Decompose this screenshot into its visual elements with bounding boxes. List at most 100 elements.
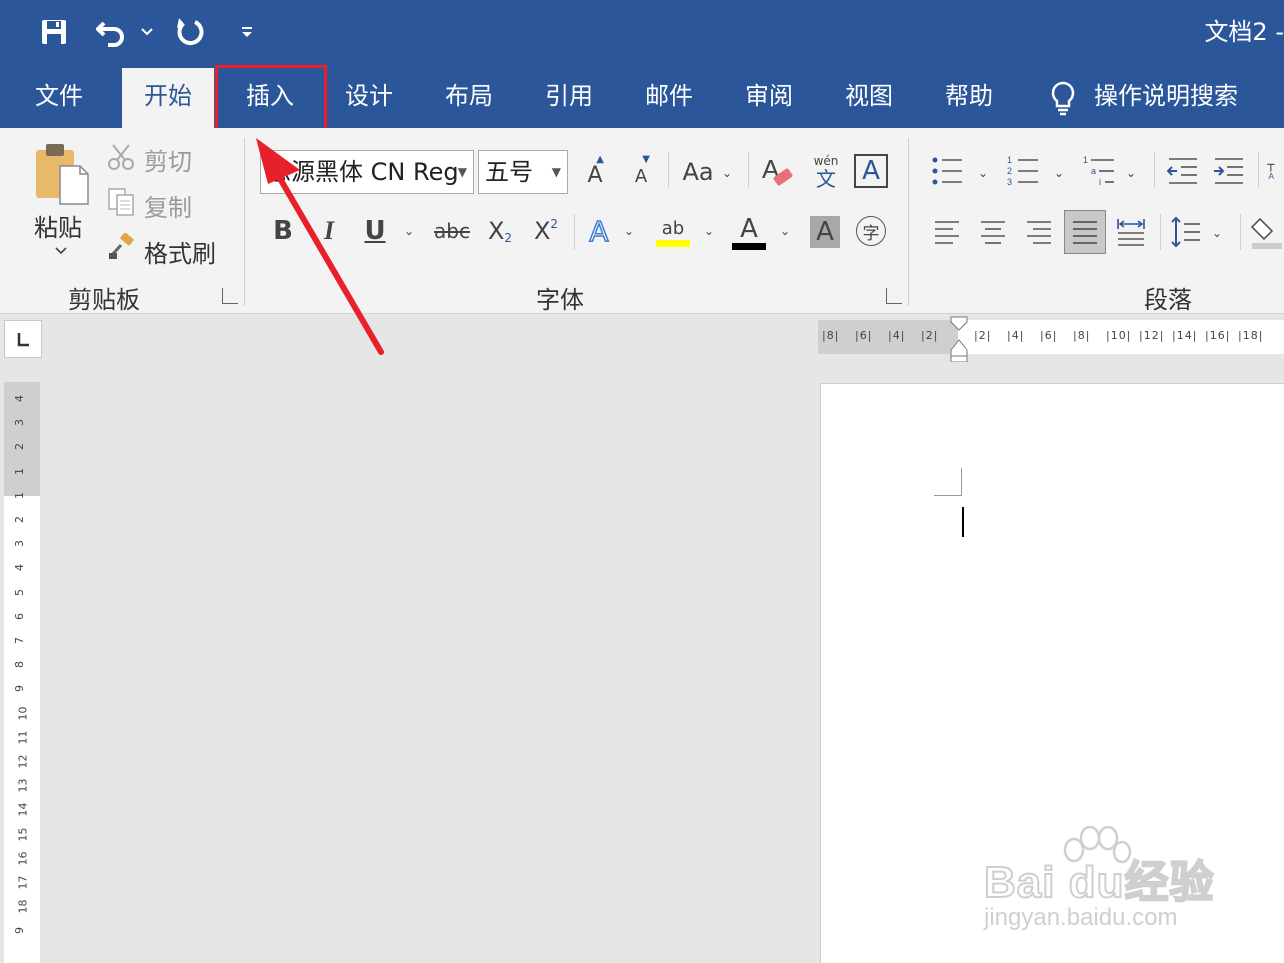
- tab-references[interactable]: 引用: [526, 68, 612, 128]
- numbering-dropdown-icon[interactable]: ⌄: [1054, 166, 1064, 180]
- shrink-font-icon[interactable]: A ▼: [626, 154, 656, 188]
- line-spacing-icon[interactable]: [1168, 214, 1204, 250]
- undo-icon[interactable]: [92, 14, 132, 50]
- numbering-icon[interactable]: 123: [1006, 152, 1040, 190]
- superscript-button[interactable]: X 2: [528, 212, 564, 250]
- underline-glyph: U: [364, 216, 386, 246]
- ribbon-home: 粘贴 剪切 复制 格式刷 剪贴板 思源黑体 CN Reg ▼ 五号 ▼ A ▲ …: [0, 128, 1284, 314]
- justify-icon[interactable]: [1064, 210, 1106, 254]
- clear-formatting-icon[interactable]: A: [758, 152, 796, 190]
- change-case-dropdown-icon[interactable]: ⌄: [722, 166, 732, 180]
- redo-icon[interactable]: [172, 14, 210, 50]
- text-highlight-button[interactable]: ab: [654, 212, 692, 252]
- phonetic-bottom-label: 文: [816, 167, 836, 191]
- phonetic-guide-icon[interactable]: wén 文: [806, 152, 846, 192]
- underline-button[interactable]: U: [358, 212, 392, 250]
- tab-layout[interactable]: 布局: [426, 68, 512, 128]
- align-center-icon[interactable]: [976, 214, 1010, 250]
- character-shading-button[interactable]: A: [810, 216, 840, 248]
- cut-icon[interactable]: [106, 142, 136, 172]
- format-painter-label[interactable]: 格式刷: [144, 234, 216, 269]
- bullets-icon[interactable]: [930, 152, 964, 190]
- svg-text:3: 3: [1007, 177, 1012, 187]
- customize-qat-icon[interactable]: [238, 14, 256, 50]
- grow-font-glyph: A: [587, 162, 603, 188]
- bold-button[interactable]: B: [268, 212, 298, 250]
- line-spacing-dropdown-icon[interactable]: ⌄: [1212, 226, 1222, 240]
- font-name-dropdown-icon[interactable]: ▼: [458, 151, 467, 193]
- ruler-label: 2: [13, 516, 26, 523]
- svg-text:1: 1: [1083, 155, 1088, 165]
- tab-design[interactable]: 设计: [326, 68, 412, 128]
- shading-icon[interactable]: [1250, 214, 1284, 252]
- font-size-combo[interactable]: 五号 ▼: [478, 150, 568, 194]
- group-separator: [668, 152, 669, 188]
- watermark-sub-text: jingyan.baidu.com: [984, 904, 1178, 931]
- subscript-glyph: X: [487, 217, 505, 245]
- character-border-icon[interactable]: A: [854, 154, 888, 188]
- font-size-value: 五号: [485, 158, 533, 186]
- grow-arrow-icon: ▲: [596, 154, 604, 165]
- ruler-label: 13: [16, 778, 30, 793]
- indent-markers-icon[interactable]: [950, 316, 968, 362]
- lightbulb-icon[interactable]: [1046, 78, 1080, 118]
- horizontal-ruler[interactable]: |8| |6| |4| |2| |2| |4| |6| |8| |10| |12| |14| |16|…: [818, 316, 1284, 362]
- ruler-label: 8: [13, 661, 26, 669]
- underline-dropdown-icon[interactable]: ⌄: [404, 224, 414, 238]
- tell-me-search[interactable]: 操作说明搜索: [1094, 68, 1252, 128]
- copy-icon[interactable]: [106, 186, 136, 218]
- tab-file[interactable]: 文件: [16, 68, 102, 128]
- subscript-button[interactable]: X 2: [482, 212, 518, 250]
- enclose-characters-glyph: 字: [862, 223, 880, 244]
- superscript-mark: 2: [550, 217, 559, 231]
- title-bar: 文档2 -: [0, 0, 1284, 64]
- paste-dropdown-icon[interactable]: [52, 244, 70, 258]
- tab-help[interactable]: 帮助: [926, 68, 1012, 128]
- text-cursor: [962, 507, 964, 537]
- paste-icon[interactable]: [30, 142, 92, 206]
- undo-dropdown-icon[interactable]: [138, 14, 156, 50]
- align-right-icon[interactable]: [1022, 214, 1056, 250]
- font-dialog-launcher[interactable]: [886, 288, 902, 304]
- svg-text:i: i: [1099, 177, 1101, 187]
- strikethrough-button[interactable]: abc: [430, 212, 474, 250]
- multilevel-list-dropdown-icon[interactable]: ⌄: [1126, 166, 1136, 180]
- copy-label[interactable]: 复制: [144, 188, 192, 223]
- align-left-icon[interactable]: [930, 214, 964, 250]
- tab-view[interactable]: 视图: [826, 68, 912, 128]
- enclose-characters-button[interactable]: 字: [856, 216, 886, 246]
- ruler-label: 17: [16, 875, 30, 890]
- cut-label[interactable]: 剪切: [144, 142, 192, 177]
- multilevel-list-icon[interactable]: 1ai: [1082, 152, 1116, 190]
- text-highlight-dropdown-icon[interactable]: ⌄: [704, 224, 714, 238]
- tab-mailings[interactable]: 邮件: [626, 68, 712, 128]
- distributed-icon[interactable]: [1114, 214, 1148, 250]
- ruler-label: 5: [13, 588, 26, 596]
- text-effects-button[interactable]: A: [582, 212, 616, 250]
- change-case-button[interactable]: Aa: [678, 154, 718, 190]
- font-color-button[interactable]: A: [730, 212, 768, 252]
- font-color-dropdown-icon[interactable]: ⌄: [780, 224, 790, 238]
- italic-button[interactable]: I: [314, 212, 344, 250]
- clipboard-dialog-launcher[interactable]: [222, 288, 238, 304]
- chinese-layout-icon[interactable]: A: [1266, 154, 1284, 188]
- tab-selector-button[interactable]: [4, 320, 42, 358]
- grow-font-icon[interactable]: A ▲: [580, 154, 610, 188]
- font-color-glyph: A: [740, 213, 758, 244]
- text-effects-dropdown-icon[interactable]: ⌄: [624, 224, 634, 238]
- format-painter-icon[interactable]: [106, 232, 136, 262]
- decrease-indent-icon[interactable]: [1166, 154, 1200, 188]
- tab-insert[interactable]: 插入: [218, 68, 322, 128]
- bullets-dropdown-icon[interactable]: ⌄: [978, 166, 988, 180]
- save-icon[interactable]: [36, 14, 72, 50]
- tab-home[interactable]: 开始: [122, 68, 214, 128]
- ruler-label: 1: [13, 467, 26, 475]
- tab-review[interactable]: 审阅: [726, 68, 812, 128]
- increase-indent-icon[interactable]: [1212, 154, 1246, 188]
- vertical-ruler[interactable]: 4 3 2 1 1 2 3 4 5 6 7 8 9 10 11 12 13 14 15 16 17 18 9: [4, 382, 40, 963]
- paste-label[interactable]: 粘贴: [34, 208, 82, 243]
- font-size-dropdown-icon[interactable]: ▼: [552, 151, 561, 193]
- font-name-combo[interactable]: 思源黑体 CN Reg ▼: [260, 150, 474, 194]
- bold-glyph: B: [273, 216, 293, 246]
- ruler-label: |8|: [822, 329, 840, 342]
